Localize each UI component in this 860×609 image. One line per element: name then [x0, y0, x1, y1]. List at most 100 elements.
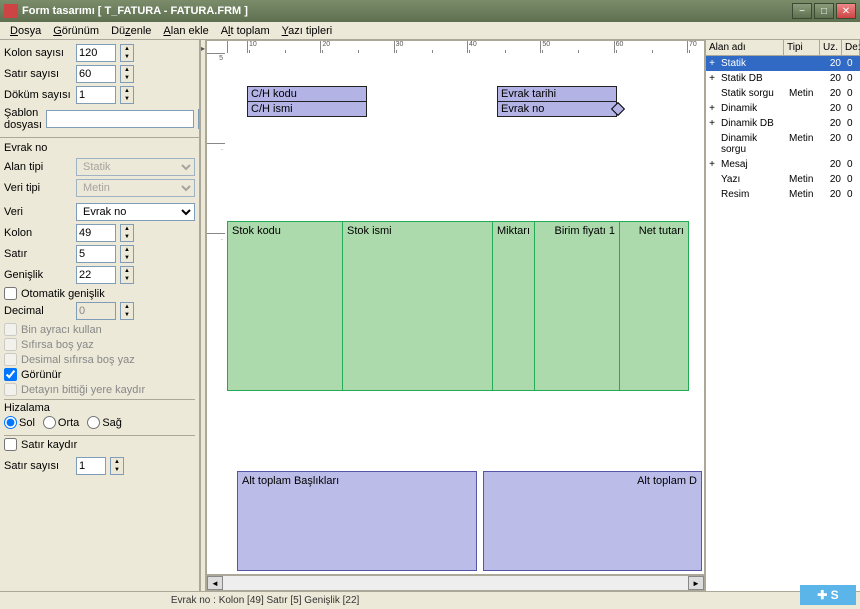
expand-icon[interactable]: [706, 87, 718, 100]
close-button[interactable]: ✕: [836, 3, 856, 19]
field-type-uz: 20: [822, 87, 844, 100]
design-canvas[interactable]: 10 20 30 40 50 60 70 80 . 5 . .: [206, 40, 705, 575]
hdr-alan-adi[interactable]: Alan adı: [706, 40, 784, 55]
veri-tipi-select: Metin: [76, 179, 195, 197]
expand-icon[interactable]: [706, 132, 718, 156]
satir-kaydir-label: Satır kaydır: [21, 439, 77, 451]
kolon-input[interactable]: [76, 224, 116, 242]
field-type-row[interactable]: +Mesaj200: [706, 157, 860, 172]
hdr-tipi[interactable]: Tipi: [784, 40, 820, 55]
field-type-row[interactable]: Statik sorguMetin200: [706, 86, 860, 101]
field-type-uz: 20: [822, 173, 844, 186]
satir-sayisi2-spin[interactable]: ▲▼: [110, 457, 124, 475]
field-type-name: Statik sorgu: [718, 87, 786, 100]
kolon-sayisi-input[interactable]: [76, 44, 116, 62]
hizalama-orta[interactable]: Orta: [43, 416, 79, 429]
field-evrak-no[interactable]: Evrak no: [497, 101, 617, 117]
field-type-tipi: Metin: [786, 132, 822, 156]
field-type-de: 0: [844, 57, 860, 70]
expand-icon[interactable]: +: [706, 102, 718, 115]
alan-tipi-select: Statik: [76, 158, 195, 176]
veri-select[interactable]: Evrak no: [76, 203, 195, 221]
status-bar: Evrak no : Kolon [49] Satır [5] Genişlik…: [0, 591, 860, 609]
detayin-checkbox: [4, 383, 17, 396]
satir-sayisi2-input[interactable]: [76, 457, 106, 475]
field-type-row[interactable]: +Dinamik200: [706, 101, 860, 116]
field-type-row[interactable]: +Statik200: [706, 56, 860, 71]
horizontal-scrollbar[interactable]: ◄ ►: [206, 575, 705, 591]
kolon-sayisi-label: Kolon sayısı: [4, 47, 72, 59]
field-ch-kodu[interactable]: C/H kodu: [247, 86, 367, 102]
dokum-sayisi-input[interactable]: [76, 86, 116, 104]
field-type-row[interactable]: YazıMetin200: [706, 172, 860, 187]
hizalama-sol[interactable]: Sol: [4, 416, 35, 429]
menu-duzenle[interactable]: Düzenle: [105, 23, 157, 39]
field-types-header: Alan adı Tipi Uz. De:: [706, 40, 860, 56]
otomatik-genislik-checkbox[interactable]: [4, 287, 17, 300]
field-type-uz: 20: [822, 102, 844, 115]
field-type-row[interactable]: +Statik DB200: [706, 71, 860, 86]
col-stok-ismi[interactable]: Stok ismi: [342, 221, 492, 391]
field-evrak-tarihi[interactable]: Evrak tarihi: [497, 86, 617, 102]
expand-icon[interactable]: [706, 188, 718, 201]
scroll-left-button[interactable]: ◄: [207, 576, 223, 590]
field-type-tipi: Metin: [786, 173, 822, 186]
menu-gorunum[interactable]: Görünüm: [47, 23, 105, 39]
minimize-button[interactable]: −: [792, 3, 812, 19]
genislik-input[interactable]: [76, 266, 116, 284]
expand-icon[interactable]: +: [706, 158, 718, 171]
col-birim-fiyat[interactable]: Birim fiyatı 1: [534, 221, 619, 391]
col-stok-kodu[interactable]: Stok kodu: [227, 221, 342, 391]
expand-icon[interactable]: [706, 173, 718, 186]
kolon-sayisi-spin[interactable]: ▲▼: [120, 44, 134, 62]
field-type-row[interactable]: ResimMetin200: [706, 187, 860, 202]
kolon-spin[interactable]: ▲▼: [120, 224, 134, 242]
col-net-tutari[interactable]: Net tutarı: [619, 221, 689, 391]
menu-alt-toplam[interactable]: Alt toplam: [215, 23, 276, 39]
field-type-tipi: Metin: [786, 188, 822, 201]
expand-icon[interactable]: +: [706, 117, 718, 130]
expand-icon[interactable]: +: [706, 72, 718, 85]
field-type-uz: 20: [822, 158, 844, 171]
hizalama-sag[interactable]: Sağ: [87, 416, 122, 429]
footer-right[interactable]: Alt toplam D: [483, 471, 702, 571]
hdr-uz[interactable]: Uz.: [820, 40, 842, 55]
satir-spin[interactable]: ▲▼: [120, 245, 134, 263]
ruler-vertical: 5 . .: [207, 53, 225, 575]
maximize-button[interactable]: □: [814, 3, 834, 19]
field-type-tipi: [786, 57, 822, 70]
expand-icon[interactable]: +: [706, 57, 718, 70]
satir-label: Satır: [4, 248, 72, 260]
field-type-name: Dinamik: [718, 102, 786, 115]
field-ch-ismi[interactable]: C/H ismi: [247, 101, 367, 117]
sifirsa-checkbox: [4, 338, 17, 351]
evrak-group[interactable]: Evrak tarihi Evrak no: [497, 86, 617, 116]
dokum-sayisi-spin[interactable]: ▲▼: [120, 86, 134, 104]
menu-alan-ekle[interactable]: Alan ekle: [157, 23, 214, 39]
field-type-row[interactable]: Dinamik sorguMetin200: [706, 131, 860, 157]
veri-tipi-label: Veri tipi: [4, 182, 72, 194]
veri-label: Veri: [4, 206, 72, 218]
field-types-list[interactable]: +Statik200+Statik DB200Statik sorguMetin…: [706, 56, 860, 591]
sablon-input[interactable]: [46, 110, 194, 128]
detail-grid[interactable]: Stok kodu Stok ismi Miktarı Birim fiyatı…: [227, 221, 689, 391]
field-type-row[interactable]: +Dinamik DB200: [706, 116, 860, 131]
field-type-tipi: [786, 158, 822, 171]
satir-sayisi-spin[interactable]: ▲▼: [120, 65, 134, 83]
hdr-de[interactable]: De:: [842, 40, 860, 55]
satir-sayisi-input[interactable]: [76, 65, 116, 83]
ch-group[interactable]: C/H kodu C/H ismi: [247, 86, 367, 116]
menu-dosya[interactable]: Dosya: [4, 23, 47, 39]
scroll-right-button[interactable]: ►: [688, 576, 704, 590]
footer-left[interactable]: Alt toplam Başlıkları: [237, 471, 477, 571]
field-type-tipi: [786, 117, 822, 130]
field-type-de: 0: [844, 132, 860, 156]
footer-region[interactable]: Alt toplam Başlıkları Alt toplam D: [237, 471, 702, 571]
gorunur-checkbox[interactable]: [4, 368, 17, 381]
satir-sayisi2-label: Satır sayısı: [4, 460, 72, 472]
satir-input[interactable]: [76, 245, 116, 263]
menu-yazi-tipleri[interactable]: Yazı tipleri: [276, 23, 339, 39]
col-miktar[interactable]: Miktarı: [492, 221, 534, 391]
satir-kaydir-checkbox[interactable]: [4, 438, 17, 451]
genislik-spin[interactable]: ▲▼: [120, 266, 134, 284]
